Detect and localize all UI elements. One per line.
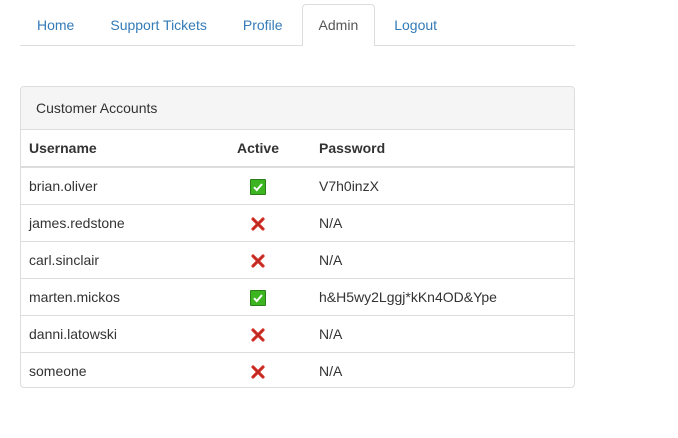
table-row: someone N/A <box>21 352 574 387</box>
password-cell: N/A <box>311 315 574 353</box>
column-header-password: Password <box>311 130 574 168</box>
column-header-username: Username <box>21 130 205 168</box>
username-cell: carl.sinclair <box>21 241 205 279</box>
password-cell: V7h0inzX <box>319 178 379 194</box>
username-cell: brian.oliver <box>29 178 98 194</box>
table-row: james.redstone N/A <box>21 204 574 242</box>
panel-title: Customer Accounts <box>21 87 574 130</box>
active-cell <box>205 352 311 387</box>
username-cell: james.redstone <box>21 204 205 242</box>
column-header-active: Active <box>205 130 311 168</box>
tab-logout[interactable]: Logout <box>377 4 454 45</box>
active-cell <box>205 241 311 279</box>
tab-admin[interactable]: Admin <box>301 4 376 46</box>
active-cell <box>205 167 311 205</box>
username-cell: marten.mickos <box>21 278 205 316</box>
active-cell <box>205 278 311 316</box>
table-header-row: Username Active Password <box>21 130 574 168</box>
customer-accounts-panel: Customer Accounts Username Active Passwo… <box>20 86 575 388</box>
table-row: brian.oliver V7h0inzX <box>21 167 574 205</box>
password-cell: N/A <box>311 352 574 387</box>
accounts-table: Username Active Password brian.oliver V7h… <box>21 130 574 387</box>
password-cell: N/A <box>311 204 574 242</box>
password-cell: N/A <box>311 241 574 279</box>
check-icon <box>250 289 266 306</box>
password-cell: h&H5wy2Lggj*kKn4OD&Ype <box>311 278 574 316</box>
table-row: marten.mickos h&H5wy2Lggj*kKn4OD&Ype <box>21 278 574 316</box>
table-row: carl.sinclair N/A <box>21 241 574 279</box>
username-cell: someone <box>21 352 205 387</box>
cross-icon <box>250 327 266 343</box>
tab-profile[interactable]: Profile <box>226 4 300 45</box>
cross-icon <box>250 253 266 269</box>
table-body: brian.oliver V7h0inzX james.redstone N/A car… <box>21 167 574 387</box>
nav-tabs: Home Support Tickets Profile Admin Logou… <box>20 4 575 46</box>
table-row: danni.latowski N/A <box>21 315 574 353</box>
cross-icon <box>250 216 266 232</box>
username-cell: danni.latowski <box>21 315 205 353</box>
tab-home[interactable]: Home <box>20 4 91 45</box>
check-icon <box>250 178 266 195</box>
tab-support-tickets[interactable]: Support Tickets <box>93 4 224 45</box>
active-cell <box>205 204 311 242</box>
cross-icon <box>250 364 266 380</box>
active-cell <box>205 315 311 353</box>
